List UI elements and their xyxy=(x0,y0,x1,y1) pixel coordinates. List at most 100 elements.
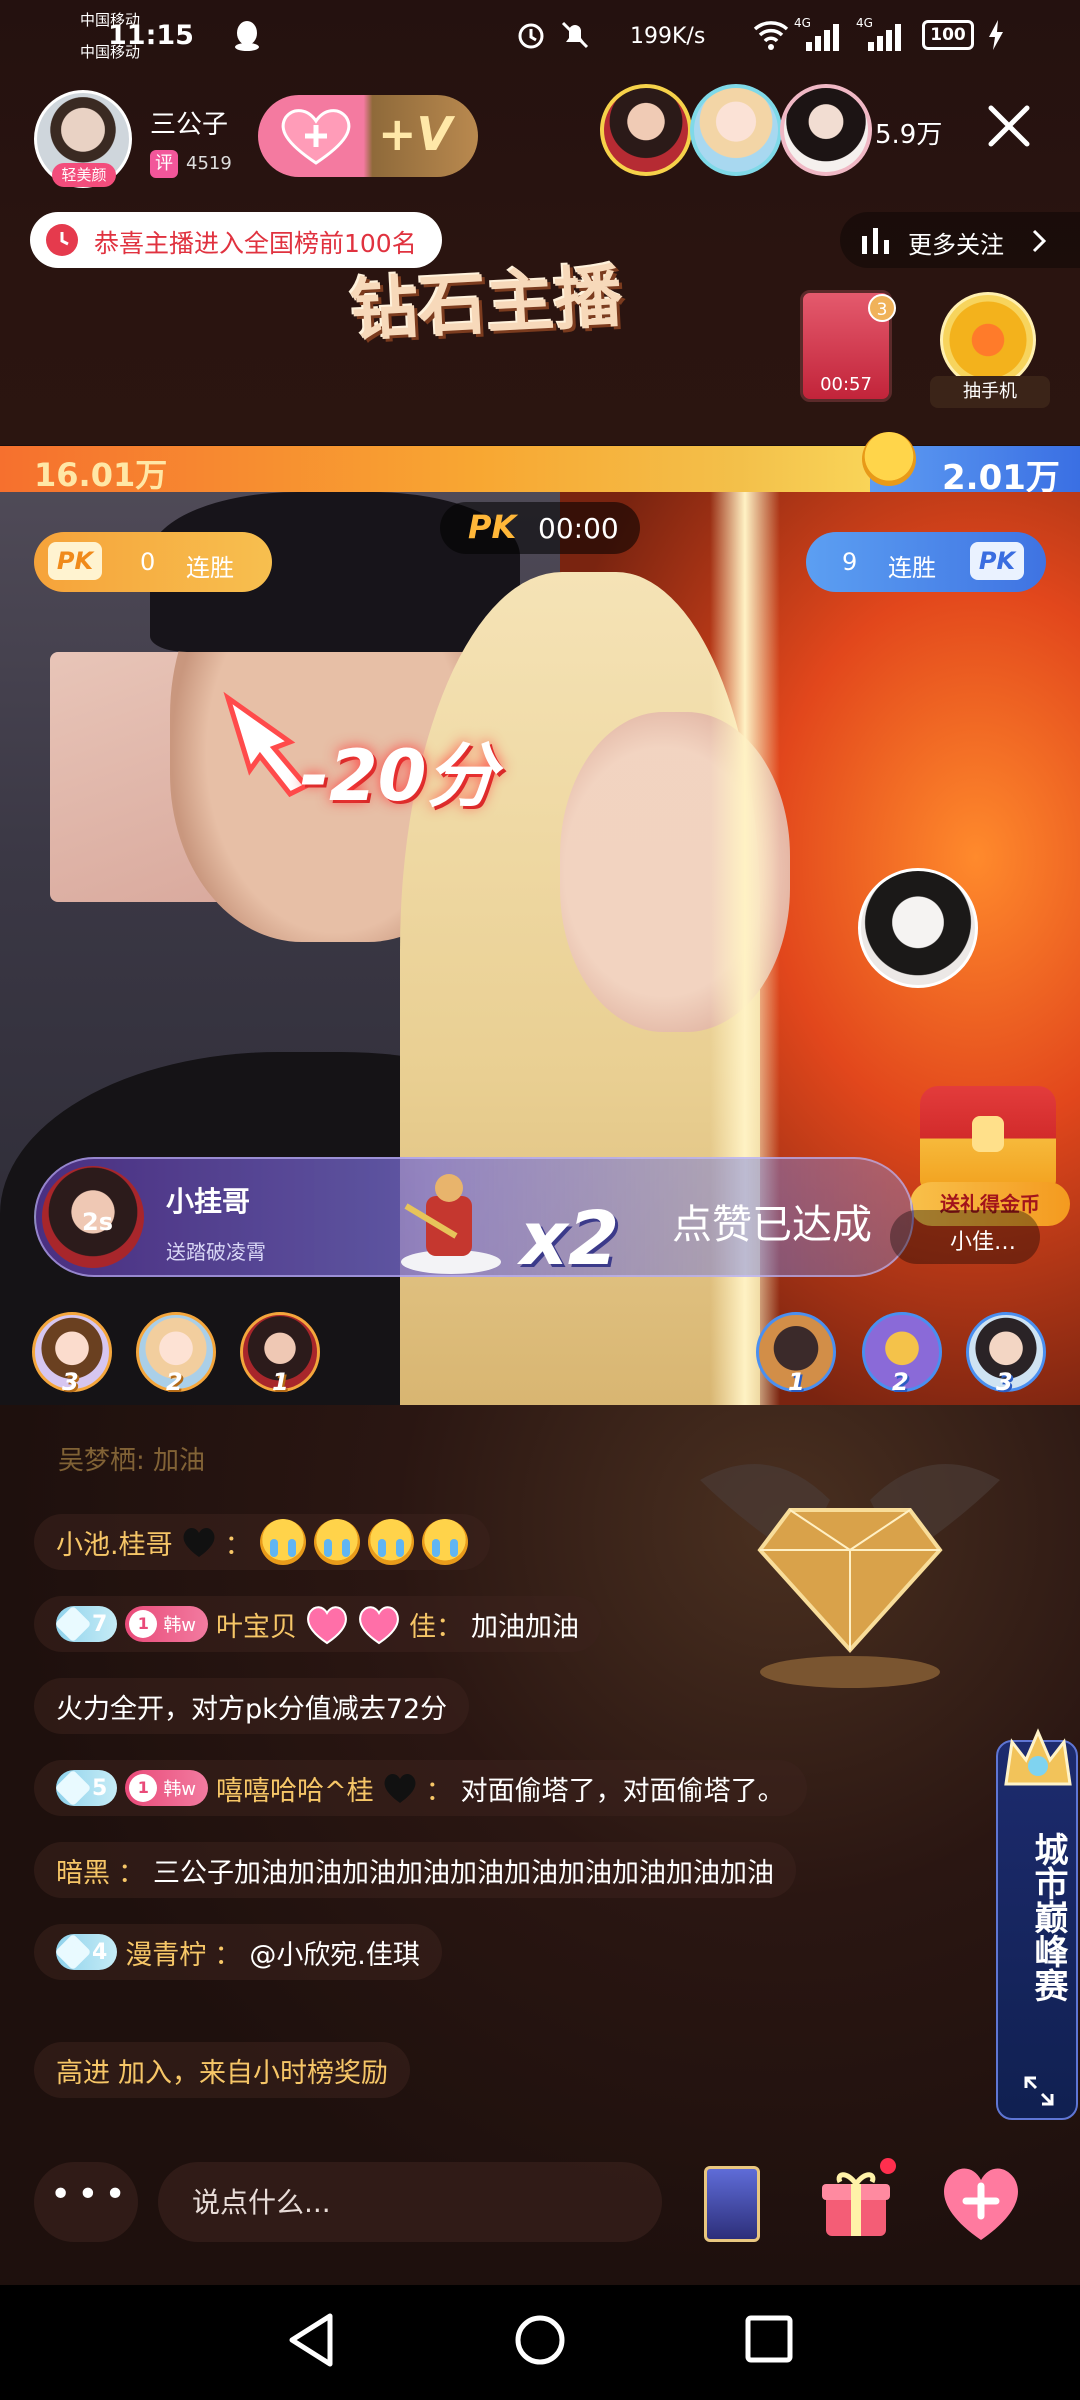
chat-message-3: 火力全开，对方pk分值减去72分 xyxy=(34,1678,470,1734)
chat-faded-message: 吴梦栖: 加油 xyxy=(58,1446,206,1476)
diamond-host-title: 钻石主播 xyxy=(348,256,625,352)
win-streak-left-label: 连胜 xyxy=(186,554,234,582)
chat-text: 对面偷塔了，对面偷塔了。 xyxy=(460,1775,785,1807)
penalty-score: -20分 xyxy=(300,735,497,817)
chat-separator: ： xyxy=(214,1939,242,1971)
chat-message-2[interactable]: 7 1 韩w 叶宝贝 佳： 加油加油 xyxy=(34,1596,602,1652)
gift-count: x2 xyxy=(520,1196,620,1282)
beauty-tag: 轻美颜 xyxy=(52,163,116,187)
win-streak-left[interactable]: PK 0 连胜 xyxy=(34,532,272,592)
chat-username-tail: 佳： xyxy=(409,1611,464,1643)
rating-value: 4519 xyxy=(186,153,232,174)
pk-badge-right: PK xyxy=(970,542,1024,580)
chat-separator: ： xyxy=(425,1775,453,1807)
gem-icon xyxy=(54,1605,92,1643)
user-level-badge: 7 xyxy=(54,1605,118,1643)
phone-lottery-label[interactable]: 抽手机 xyxy=(930,376,1050,408)
clock-icon xyxy=(46,224,78,256)
black-heart-icon xyxy=(384,1773,416,1803)
rating-badge: 评 xyxy=(150,150,178,178)
home-icon[interactable] xyxy=(514,2314,566,2366)
like-heart-icon[interactable] xyxy=(936,2160,1026,2244)
user-level-badge: 5 xyxy=(54,1769,118,1807)
guest-avatar[interactable] xyxy=(858,868,978,988)
host-name[interactable]: 三公子 xyxy=(150,104,228,141)
follow-button[interactable]: +V xyxy=(258,95,478,177)
crying-emoji-icon xyxy=(421,1519,468,1565)
back-icon[interactable] xyxy=(286,2312,336,2368)
mini-card-time: 00:57 xyxy=(820,374,872,395)
heart-plus-icon xyxy=(281,109,351,165)
crown-icon xyxy=(1004,1728,1072,1786)
fans-club-badge: 1 韩w xyxy=(125,1606,209,1642)
win-streak-left-count: 0 xyxy=(140,548,156,576)
pink-heart-icon xyxy=(359,1606,400,1645)
expand-icon[interactable] xyxy=(1022,2074,1056,2108)
chat-username[interactable]: 嘻嘻哈哈^桂 xyxy=(216,1769,374,1808)
chat-separator: ： xyxy=(224,1529,252,1561)
battery-indicator: 100 xyxy=(922,20,974,50)
mini-user-name: 小佳… xyxy=(950,1230,1017,1255)
left-rank-number-1: 1 xyxy=(272,1368,289,1396)
qq-icon xyxy=(235,21,259,51)
pk-score-left: 16.01万 xyxy=(34,456,168,494)
city-peak-title: 城市巅峰赛 xyxy=(1028,1832,1068,2002)
more-follow-button[interactable]: 更多关注 xyxy=(840,212,1080,268)
gift-sender-name: 小挂哥 xyxy=(166,1185,251,1218)
close-icon[interactable] xyxy=(985,102,1033,150)
gift-countdown: 2s xyxy=(82,1208,113,1236)
alarm-icon xyxy=(518,23,544,49)
chat-username[interactable]: 漫青柠 xyxy=(125,1933,206,1972)
top-viewer-avatar-2[interactable] xyxy=(690,84,782,176)
phone-lottery-icon[interactable] xyxy=(940,292,1036,388)
top-viewer-avatar-3[interactable] xyxy=(780,84,872,176)
signal-2-icon xyxy=(868,24,901,51)
pink-heart-icon xyxy=(307,1606,348,1645)
more-follow-label: 更多关注 xyxy=(908,231,1004,259)
chevron-right-icon xyxy=(1032,229,1047,253)
win-streak-right-count: 9 xyxy=(842,548,858,576)
chat-username[interactable]: 高进 xyxy=(56,2051,110,2090)
diamond-wings-decoration xyxy=(700,1464,1000,1688)
bars-icon xyxy=(862,228,889,254)
join-text: 加入，来自小时榜奖励 xyxy=(118,2057,388,2089)
chat-message-4[interactable]: 5 1 韩w 嘻嘻哈哈^桂 ： 对面偷塔了，对面偷塔了。 xyxy=(34,1760,807,1816)
chat-text: @小欣宛.佳琪 xyxy=(249,1939,420,1971)
mini-card-badge: 3 xyxy=(868,294,896,322)
chat-input[interactable] xyxy=(158,2162,662,2242)
crying-emoji-icon xyxy=(259,1519,306,1565)
follow-v-label: +V xyxy=(378,107,453,161)
gem-icon xyxy=(54,1933,92,1971)
top-viewer-avatar-1[interactable] xyxy=(600,84,692,176)
right-rank-number-1: 1 xyxy=(788,1368,805,1396)
monkey-king-gift-icon xyxy=(401,1174,501,1274)
chat-username[interactable]: 叶宝贝 xyxy=(216,1605,297,1644)
wifi-icon xyxy=(753,21,789,50)
status-time: 11:15 xyxy=(108,20,194,51)
chat-username[interactable]: 小池.桂哥 xyxy=(56,1523,173,1562)
grin-emoji-icon xyxy=(862,432,916,486)
win-streak-right[interactable]: 9 连胜 PK xyxy=(806,532,1046,592)
chat-system-text: 火力全开，对方pk分值减去72分 xyxy=(56,1693,448,1725)
card-pack-button[interactable] xyxy=(704,2166,760,2242)
chat-join-message[interactable]: 高进 加入，来自小时榜奖励 xyxy=(34,2042,410,2098)
crying-emoji-icon xyxy=(367,1519,414,1565)
viewer-count[interactable]: 5.9万 xyxy=(875,114,942,151)
chat-username[interactable]: 暗黑 xyxy=(56,1851,110,1890)
gift-icon[interactable] xyxy=(818,2164,894,2240)
recents-icon[interactable] xyxy=(744,2314,794,2364)
pk-time: 00:00 xyxy=(538,512,619,545)
chat-separator: ： xyxy=(118,1857,145,1889)
chat-message-6[interactable]: 4 漫青柠 ： @小欣宛.佳琪 xyxy=(34,1924,442,1980)
more-dots-icon: ••• xyxy=(50,2174,132,2215)
pk-logo: PK xyxy=(468,508,517,546)
chest-lock-icon xyxy=(972,1116,1004,1152)
charging-icon xyxy=(989,20,1003,50)
chat-text: 三公子加油加油加油加油加油加油加油加油加油加油 xyxy=(153,1857,774,1889)
chat-message-5[interactable]: 暗黑 ： 三公子加油加油加油加油加油加油加油加油加油加油 xyxy=(34,1842,796,1898)
pk-badge-left: PK xyxy=(48,542,102,580)
black-heart-icon xyxy=(183,1527,215,1557)
crying-emoji-icon xyxy=(313,1519,360,1565)
chat-message-1[interactable]: 小池.桂哥 ： xyxy=(34,1514,490,1570)
left-rank-number-3: 3 xyxy=(62,1368,79,1396)
